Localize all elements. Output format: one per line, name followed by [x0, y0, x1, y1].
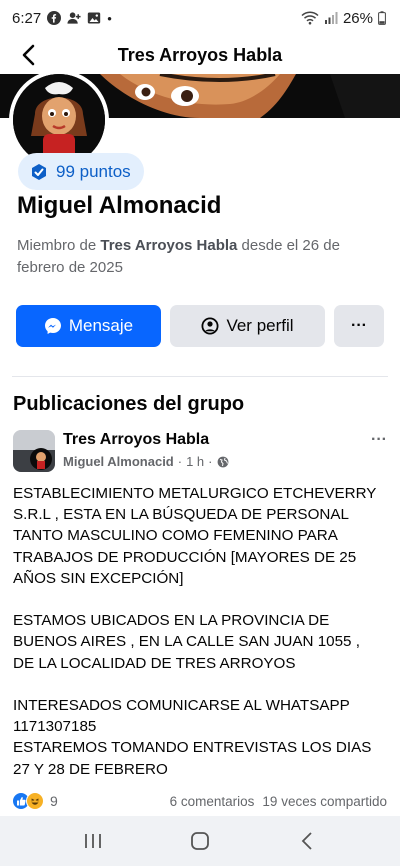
header-title: Tres Arroyos Habla: [117, 44, 283, 65]
status-right: 26%: [301, 10, 386, 27]
post-line: 1171307185: [13, 718, 97, 736]
more-options-button[interactable]: ···: [334, 305, 384, 347]
meta-separator: ·: [177, 454, 183, 469]
post-line: DE LA LOCALIDAD DE TRES ARROYOS: [13, 654, 296, 672]
post-more-icon: ···: [371, 431, 387, 448]
member-prefix: Miembro de: [17, 237, 101, 254]
post-line: ESTAREMOS TOMANDO ENTREVISTAS LOS DIAS: [13, 739, 372, 757]
post-group-name[interactable]: Tres Arroyos Habla: [63, 431, 209, 449]
post-line: 27 Y 28 DE FEBRERO: [13, 760, 168, 778]
post-body: ESTABLECIMIENTO METALURGICO ETCHEVERRY S…: [13, 483, 393, 780]
profile-icon: [201, 317, 219, 335]
back-icon: [301, 832, 312, 850]
status-dot: •: [107, 10, 112, 26]
comments-count[interactable]: 6 comentarios: [170, 794, 255, 809]
messenger-icon: [44, 318, 61, 334]
facebook-icon: [47, 11, 62, 25]
member-since-text: Miembro de Tres Arroyos Habla desde el 2…: [17, 235, 377, 279]
shares-count[interactable]: 19 veces compartido: [262, 794, 387, 809]
signal-icon: [324, 11, 338, 25]
battery-percent: 26%: [342, 9, 373, 27]
add-person-icon: [67, 11, 81, 25]
view-profile-button[interactable]: Ver perfil: [170, 305, 325, 347]
back-button[interactable]: [14, 40, 44, 70]
post-line: ESTAMOS UBICADOS EN LA PROVINCIA DE: [13, 612, 330, 630]
post-line: S.R.L , ESTA EN LA BÚSQUEDA DE PERSONAL: [13, 506, 349, 524]
wifi-icon: [301, 11, 319, 25]
post-line: TRABAJOS DE PRODUCCIÓN [MAYORES DE 25: [13, 548, 357, 566]
reactions-summary[interactable]: 9: [12, 792, 58, 810]
recent-apps-icon: [85, 834, 102, 848]
app-header: Tres Arroyos Habla: [0, 36, 400, 74]
post-line: ESTABLECIMIENTO METALURGICO ETCHEVERRY: [13, 485, 377, 502]
home-icon: [191, 832, 209, 850]
post-stats: 6 comentarios 19 veces compartido: [170, 794, 387, 809]
status-left: 6:27 •: [12, 10, 112, 27]
post-line: BUENOS AIRES , EN LA CALLE SAN JUAN 1055…: [13, 633, 360, 651]
section-title: Publicaciones del grupo: [13, 393, 245, 415]
back-arrow-icon: [22, 44, 35, 66]
message-label: Mensaje: [68, 316, 134, 335]
post-author[interactable]: Miguel Almonacid: [63, 454, 174, 469]
post-meta: Miguel Almonacid · 1 h ·: [63, 454, 229, 469]
post-line: TANTO MASCULINO COMO FEMENINO PARA: [13, 527, 338, 545]
status-bar: 6:27 • 26%: [0, 0, 400, 36]
recent-apps-button[interactable]: [71, 819, 115, 863]
status-time: 6:27: [12, 9, 42, 27]
post-line: AÑOS SIN EXCEPCIÓN]: [13, 569, 184, 587]
haha-reaction-icon: [26, 792, 44, 810]
nav-back-button[interactable]: [285, 819, 329, 863]
battery-icon: [378, 11, 386, 25]
reaction-count: 9: [50, 793, 58, 809]
post-line: INTERESADOS COMUNICARSE AL WHATSAPP: [13, 697, 350, 714]
globe-icon: [217, 456, 228, 467]
points-label: 99 puntos: [56, 161, 131, 181]
post-group-avatar[interactable]: [13, 430, 55, 472]
view-profile-label: Ver perfil: [226, 316, 294, 335]
post-time[interactable]: 1 h: [186, 454, 204, 469]
profile-name: Miguel Almonacid: [17, 192, 222, 219]
system-nav-bar: [0, 816, 400, 866]
home-button[interactable]: [178, 819, 222, 863]
post-more-button[interactable]: ···: [364, 431, 394, 448]
points-badge[interactable]: 99 puntos: [18, 153, 144, 190]
member-group-link[interactable]: Tres Arroyos Habla: [100, 237, 237, 254]
meta-separator: ·: [208, 454, 213, 469]
more-options-icon: ···: [351, 317, 367, 334]
section-divider: [12, 376, 388, 377]
gallery-icon: [87, 11, 101, 25]
points-icon: [32, 163, 46, 180]
message-button[interactable]: Mensaje: [16, 305, 161, 347]
